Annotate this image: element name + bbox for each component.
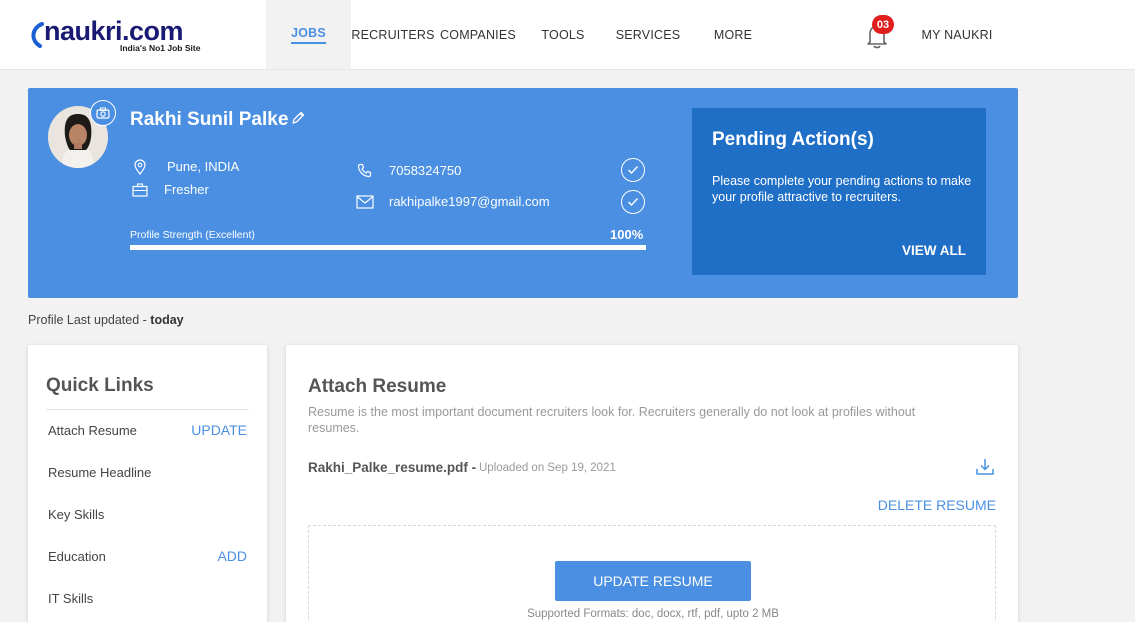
quick-link-resume-headline[interactable]: Resume Headline: [48, 465, 151, 480]
nav-my-naukri-label: MY NAUKRI: [921, 27, 993, 42]
view-all-link[interactable]: VIEW ALL: [902, 243, 966, 258]
profile-last-updated: Profile Last updated - today: [28, 313, 184, 327]
nav-more-label: MORE: [713, 27, 753, 42]
phone-verified-check: [621, 158, 645, 182]
profile-strength-bar: [130, 245, 646, 250]
experience-text: Fresher: [164, 182, 209, 197]
last-updated-label: Profile Last updated -: [28, 313, 151, 327]
logo-swoosh-icon: [31, 22, 44, 48]
edit-pencil-icon[interactable]: [290, 110, 306, 126]
email-verified-check: [621, 190, 645, 214]
logo-tagline: India's No1 Job Site: [120, 43, 201, 53]
resume-upload-dropzone[interactable]: UPDATE RESUME Supported Formats: doc, do…: [308, 525, 996, 622]
pending-actions-panel: Pending Action(s) Please complete your p…: [692, 108, 986, 275]
nav-more[interactable]: MORE: [691, 0, 775, 69]
quick-link-attach-resume[interactable]: Attach Resume: [48, 423, 137, 438]
nav-jobs-label: JOBS: [291, 26, 326, 44]
quick-links-divider: [46, 409, 249, 410]
email-text: rakhipalke1997@gmail.com: [389, 194, 550, 209]
nav-companies[interactable]: COMPANIES: [435, 0, 521, 69]
last-updated-value: today: [150, 313, 184, 327]
phone-icon: [357, 163, 372, 178]
profile-card: Rakhi Sunil Palke Pune, INDIA Fresher 70…: [28, 88, 1018, 298]
nav-tools[interactable]: TOOLS: [521, 0, 605, 69]
change-photo-button[interactable]: [90, 100, 116, 126]
check-icon: [628, 198, 639, 207]
profile-strength-fill: [130, 245, 646, 250]
quick-link-add-action[interactable]: ADD: [217, 548, 247, 564]
nav-services-label: SERVICES: [615, 27, 681, 42]
quick-link-it-skills[interactable]: IT Skills: [48, 591, 93, 606]
pending-actions-text: Please complete your pending actions to …: [712, 174, 972, 204]
nav-tools-label: TOOLS: [541, 27, 585, 42]
quick-links-title: Quick Links: [46, 375, 154, 396]
location-text: Pune, INDIA: [167, 159, 240, 174]
pending-actions-title: Pending Action(s): [712, 129, 874, 150]
briefcase-icon: [132, 183, 148, 197]
resume-upload-date: Uploaded on Sep 19, 2021: [479, 462, 616, 474]
email-icon: [356, 195, 374, 209]
attach-resume-panel: Attach Resume Resume is the most importa…: [286, 345, 1018, 622]
profile-strength-label: Profile Strength (Excellent): [130, 229, 255, 241]
quick-link-update-action[interactable]: UPDATE: [191, 422, 247, 438]
nav-recruiters-label: RECRUITERS: [351, 27, 435, 42]
profile-strength-value: 100%: [610, 227, 644, 242]
check-icon: [628, 166, 639, 175]
location-pin-icon: [134, 159, 146, 175]
nav-companies-label: COMPANIES: [440, 27, 516, 42]
nav-recruiters[interactable]: RECRUITERS: [351, 0, 435, 69]
phone-text: 7058324750: [389, 163, 462, 178]
camera-icon: [96, 107, 110, 119]
attach-resume-description: Resume is the most important document re…: [308, 405, 916, 435]
delete-resume-link[interactable]: DELETE RESUME: [878, 497, 996, 513]
naukri-logo[interactable]: naukri.com India's No1 Job Site: [31, 16, 214, 56]
notification-badge[interactable]: 03: [872, 15, 894, 34]
top-header: naukri.com India's No1 Job Site JOBS REC…: [0, 0, 1135, 70]
nav-my-naukri[interactable]: MY NAUKRI: [912, 0, 1002, 69]
supported-formats-text: Supported Formats: doc, docx, rtf, pdf, …: [527, 608, 779, 620]
resume-file-name: Rakhi_Palke_resume.pdf -: [308, 460, 477, 475]
quick-link-education[interactable]: Education: [48, 549, 106, 564]
nav-jobs[interactable]: JOBS: [266, 0, 351, 69]
attach-resume-title: Attach Resume: [308, 376, 447, 397]
profile-name: Rakhi Sunil Palke: [130, 109, 289, 130]
update-resume-button[interactable]: UPDATE RESUME: [555, 561, 751, 601]
quick-link-key-skills[interactable]: Key Skills: [48, 507, 104, 522]
quick-links-panel: Quick Links Attach Resume UPDATE Resume …: [28, 345, 267, 622]
nav-services[interactable]: SERVICES: [605, 0, 691, 69]
download-icon[interactable]: [975, 458, 995, 476]
